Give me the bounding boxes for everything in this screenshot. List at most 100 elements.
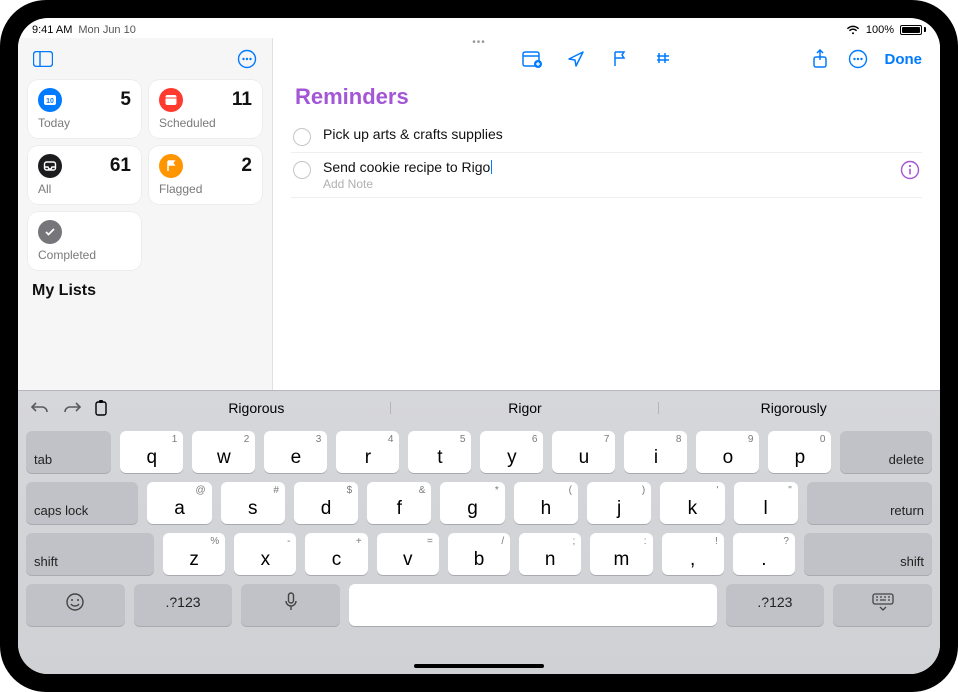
clipboard-icon[interactable] [94, 399, 110, 417]
key-delete[interactable]: delete [840, 431, 932, 473]
reminder-text-editing[interactable]: Send cookie recipe to Rigo [323, 159, 888, 175]
key-,[interactable]: ,! [662, 533, 724, 575]
label-all: All [38, 182, 131, 196]
card-completed[interactable]: Completed [28, 212, 141, 270]
key-k[interactable]: k' [660, 482, 724, 524]
main-pane: Done Reminders Pick up arts & crafts sup… [273, 38, 940, 390]
key-shift-right[interactable]: shift [804, 533, 932, 575]
key-g[interactable]: g* [440, 482, 504, 524]
key-return[interactable]: return [807, 482, 932, 524]
reminder-radio[interactable] [293, 161, 311, 179]
tag-icon[interactable] [653, 48, 675, 70]
key-e[interactable]: e3 [264, 431, 327, 473]
label-flagged: Flagged [159, 182, 252, 196]
status-time: 9:41 AM [32, 24, 72, 36]
key-b[interactable]: b/ [448, 533, 510, 575]
key-.[interactable]: .? [733, 533, 795, 575]
key-y[interactable]: y6 [480, 431, 543, 473]
card-flagged[interactable]: 2 Flagged [149, 146, 262, 204]
label-scheduled: Scheduled [159, 116, 252, 130]
undo-icon[interactable] [30, 400, 50, 416]
key-numeric-right[interactable]: .?123 [726, 584, 825, 626]
app-content: 10 5 Today 11 Scheduled [18, 38, 940, 390]
suggestion[interactable]: Rigor [391, 396, 660, 420]
ipad-device-frame: ••• 9:41 AM Mon Jun 10 100% [0, 0, 958, 692]
label-today: Today [38, 116, 131, 130]
count-all: 61 [110, 155, 131, 177]
key-hide-keyboard[interactable] [833, 584, 932, 626]
calendar-today-icon: 10 [38, 88, 62, 112]
reminder-text[interactable]: Pick up arts & crafts supplies [323, 126, 920, 142]
status-date: Mon Jun 10 [78, 24, 135, 36]
flag-icon [159, 154, 183, 178]
suggestion[interactable]: Rigorous [122, 396, 391, 420]
share-icon[interactable] [809, 48, 831, 70]
key-a[interactable]: a@ [147, 482, 211, 524]
checkmark-icon [38, 220, 62, 244]
toggle-sidebar-icon[interactable] [32, 48, 54, 70]
inbox-icon [38, 154, 62, 178]
my-lists-heading: My Lists [32, 282, 258, 300]
done-button[interactable]: Done [885, 51, 923, 68]
main-toolbar: Done [291, 42, 922, 76]
key-v[interactable]: v= [377, 533, 439, 575]
location-icon[interactable] [565, 48, 587, 70]
key-c[interactable]: c+ [305, 533, 367, 575]
flag-toolbar-icon[interactable] [609, 48, 631, 70]
card-today[interactable]: 10 5 Today [28, 80, 141, 138]
info-icon[interactable] [900, 160, 920, 180]
count-flagged: 2 [241, 155, 252, 177]
key-j[interactable]: j) [587, 482, 651, 524]
key-x[interactable]: x- [234, 533, 296, 575]
text-cursor [491, 160, 492, 174]
calendar-icon [159, 88, 183, 112]
smart-lists: 10 5 Today 11 Scheduled [28, 80, 262, 270]
multitasking-dots-icon[interactable]: ••• [472, 37, 486, 48]
key-m[interactable]: m: [590, 533, 652, 575]
calendar-add-icon[interactable] [521, 48, 543, 70]
key-dictation[interactable] [241, 584, 340, 626]
key-emoji[interactable] [26, 584, 125, 626]
key-space[interactable] [349, 584, 717, 626]
more-main-icon[interactable] [847, 48, 869, 70]
key-numeric-left[interactable]: .?123 [134, 584, 233, 626]
redo-icon[interactable] [62, 400, 82, 416]
key-d[interactable]: d$ [294, 482, 358, 524]
keyboard-suggestions: Rigorous Rigor Rigorously [122, 396, 928, 420]
keyboard: Rigorous Rigor Rigorously tab q1w2e3r4t5… [18, 390, 940, 674]
key-z[interactable]: z% [163, 533, 225, 575]
card-scheduled[interactable]: 11 Scheduled [149, 80, 262, 138]
key-t[interactable]: t5 [408, 431, 471, 473]
key-f[interactable]: f& [367, 482, 431, 524]
key-w[interactable]: w2 [192, 431, 255, 473]
screen: ••• 9:41 AM Mon Jun 10 100% [18, 18, 940, 674]
count-scheduled: 11 [232, 89, 252, 111]
reminder-row[interactable]: Pick up arts & crafts supplies [291, 120, 922, 153]
key-s[interactable]: s# [221, 482, 285, 524]
more-sidebar-icon[interactable] [236, 48, 258, 70]
keyboard-toolbar: Rigorous Rigor Rigorously [26, 391, 932, 425]
key-h[interactable]: h( [514, 482, 578, 524]
card-all[interactable]: 61 All [28, 146, 141, 204]
suggestion[interactable]: Rigorously [659, 396, 928, 420]
key-i[interactable]: i8 [624, 431, 687, 473]
home-indicator[interactable] [414, 664, 544, 668]
add-note-placeholder[interactable]: Add Note [323, 177, 888, 191]
key-n[interactable]: n; [519, 533, 581, 575]
key-tab[interactable]: tab [26, 431, 111, 473]
reminder-radio[interactable] [293, 128, 311, 146]
key-o[interactable]: o9 [696, 431, 759, 473]
battery-icon [900, 25, 926, 35]
key-u[interactable]: u7 [552, 431, 615, 473]
list-title: Reminders [295, 84, 922, 110]
reminder-row-editing[interactable]: Send cookie recipe to Rigo Add Note [291, 153, 922, 198]
key-r[interactable]: r4 [336, 431, 399, 473]
key-p[interactable]: p0 [768, 431, 831, 473]
key-q[interactable]: q1 [120, 431, 183, 473]
svg-text:10: 10 [46, 98, 54, 105]
status-bar: 9:41 AM Mon Jun 10 100% [18, 18, 940, 38]
key-l[interactable]: l" [734, 482, 798, 524]
key-shift-left[interactable]: shift [26, 533, 154, 575]
wifi-icon [846, 25, 860, 35]
key-capslock[interactable]: caps lock [26, 482, 138, 524]
